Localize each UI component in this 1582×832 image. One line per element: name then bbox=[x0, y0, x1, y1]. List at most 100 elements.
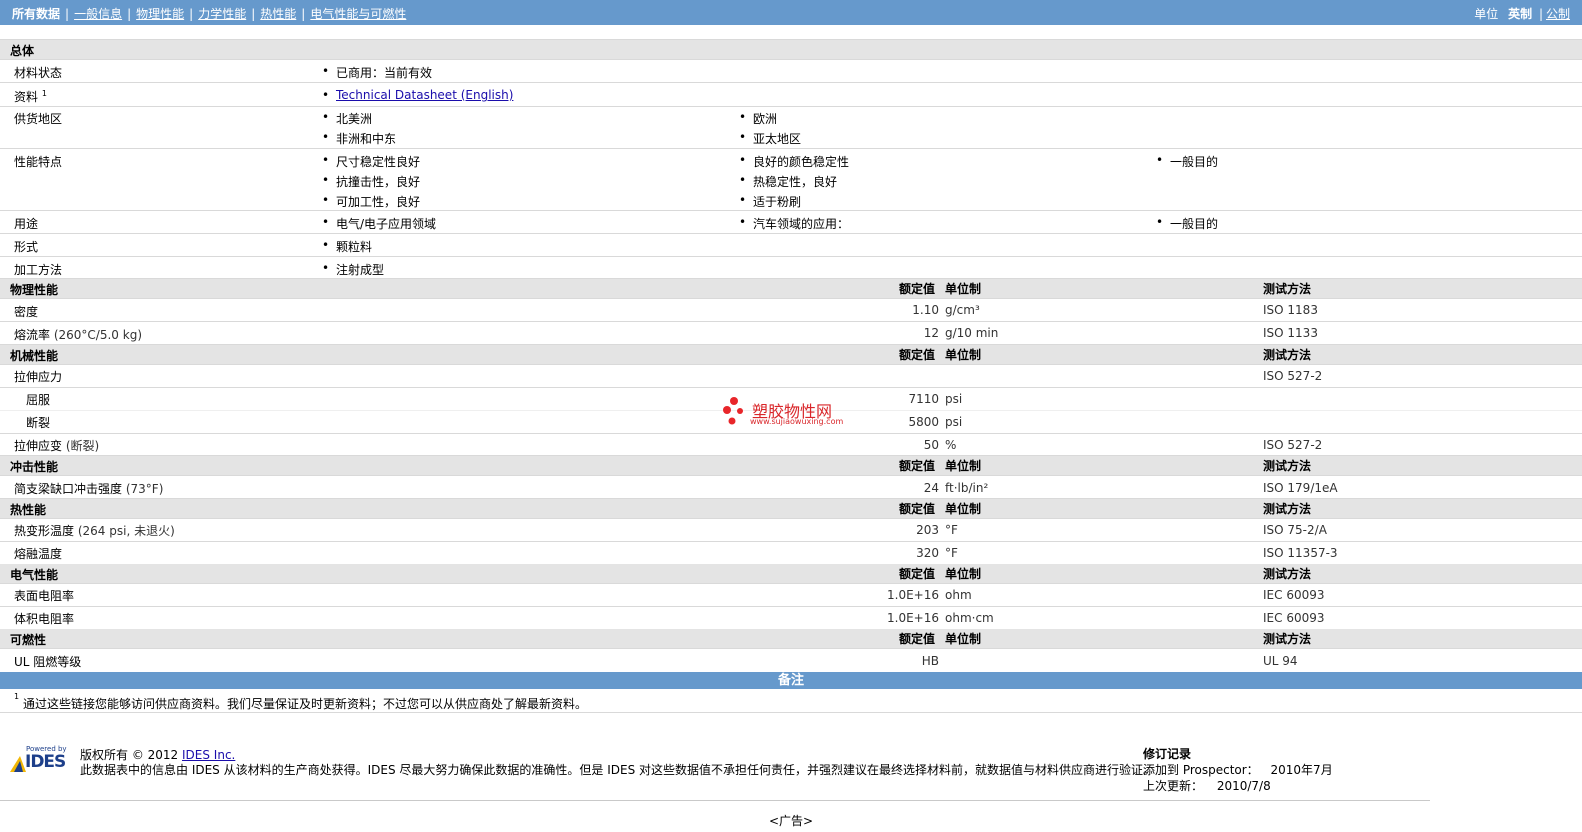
unit-value: ohm bbox=[945, 588, 972, 602]
header-unit: 单位制 bbox=[945, 459, 982, 473]
header-unit: 单位制 bbox=[945, 567, 982, 581]
row-value: 颗粒料 bbox=[322, 238, 372, 255]
row-form: 形式 颗粒料 bbox=[0, 234, 1582, 257]
test-method: IEC 60093 bbox=[1263, 611, 1325, 625]
test-method: ISO 75-2/A bbox=[1263, 523, 1327, 537]
note-row: 1 通过这些链接您能够访问供应商资料。我们尽量保证及时更新资料；不过您可以从供应… bbox=[0, 690, 1582, 713]
header-test: 测试方法 bbox=[1263, 632, 1312, 646]
unit-switcher: 单位 英制 | 公制 bbox=[1474, 7, 1570, 21]
nominal-value: 12 bbox=[923, 326, 939, 340]
ides-logo: Powered by IDES bbox=[8, 745, 72, 775]
feature-item: 热稳定性，良好 bbox=[739, 173, 837, 190]
nominal-value: 7110 bbox=[908, 392, 939, 406]
row-label: 屈服 bbox=[26, 393, 51, 407]
row-label: 供货地区 bbox=[14, 112, 63, 126]
section-title: 总体 bbox=[10, 44, 35, 58]
tab-thermal[interactable]: 热性能 bbox=[260, 7, 296, 21]
test-method: ISO 527-2 bbox=[1263, 438, 1323, 452]
section-tabs: 所有数据 | 一般信息 | 物理性能 | 力学性能 | 热性能 | 电气性能与可燃性 bbox=[12, 7, 407, 21]
region-item: 亚太地区 bbox=[739, 130, 801, 147]
unit-english-button[interactable]: 英制 bbox=[1508, 7, 1532, 21]
row-label: 性能特点 bbox=[14, 155, 63, 169]
use-item: 汽车领域的应用： bbox=[739, 215, 849, 232]
row-value: 注射成型 bbox=[322, 261, 384, 278]
tab-general-info[interactable]: 一般信息 bbox=[74, 7, 122, 21]
header-unit: 单位制 bbox=[945, 502, 982, 516]
notes-header: 备注 bbox=[0, 672, 1582, 689]
ides-link[interactable]: IDES Inc. bbox=[182, 748, 235, 762]
nominal-value: 1.0E+16 bbox=[887, 611, 939, 625]
nominal-value: HB bbox=[921, 654, 939, 668]
row-label: 热变形温度 (264 psi, 未退火) bbox=[14, 524, 175, 538]
row-hdt: 热变形温度 (264 psi, 未退火) 203 °F ISO 75-2/A bbox=[0, 519, 1582, 542]
header-test: 测试方法 bbox=[1263, 502, 1312, 516]
section-title: 冲击性能 bbox=[10, 460, 59, 474]
technical-datasheet-link[interactable]: Technical Datasheet (English) bbox=[336, 88, 513, 102]
nominal-value: 24 bbox=[923, 481, 939, 495]
nominal-value: 1.10 bbox=[912, 303, 939, 317]
feature-item: 可加工性，良好 bbox=[322, 193, 420, 210]
nominal-value: 320 bbox=[916, 546, 939, 560]
row-label: 拉伸应变 (断裂) bbox=[14, 439, 100, 453]
region-item: 非洲和中东 bbox=[322, 130, 396, 147]
row-label: 体积电阻率 bbox=[14, 612, 75, 626]
revision-title: 修订记录 bbox=[1143, 747, 1192, 761]
test-method: ISO 1133 bbox=[1263, 326, 1318, 340]
nominal-value: 203 bbox=[916, 523, 939, 537]
row-label: UL 阻燃等级 bbox=[14, 655, 82, 669]
section-title: 物理性能 bbox=[10, 283, 59, 297]
footnote-ref: 1 bbox=[41, 89, 47, 98]
row-label: 密度 bbox=[14, 305, 39, 319]
row-material-status: 材料状态 已商用：当前有效 bbox=[0, 60, 1582, 83]
feature-item: 适于粉刷 bbox=[739, 193, 801, 210]
row-ul-rating: UL 阻燃等级 HB UL 94 bbox=[0, 649, 1582, 671]
section-title: 可燃性 bbox=[10, 633, 47, 647]
watermark-dots-icon bbox=[723, 397, 743, 425]
row-processing: 加工方法 注射成型 bbox=[0, 257, 1582, 279]
row-tensile-stress: 拉伸应力 ISO 527-2 bbox=[0, 365, 1582, 388]
row-melt-temp: 熔融温度 320 °F ISO 11357-3 bbox=[0, 542, 1582, 565]
units-label: 单位 bbox=[1474, 7, 1499, 21]
feature-item: 尺寸稳定性良好 bbox=[322, 153, 420, 170]
unit-metric-link[interactable]: 公制 bbox=[1546, 7, 1570, 21]
test-method: IEC 60093 bbox=[1263, 588, 1325, 602]
row-value: 已商用：当前有效 bbox=[322, 64, 432, 81]
section-title: 热性能 bbox=[10, 503, 47, 517]
nominal-value: 50 bbox=[923, 438, 939, 452]
header-nominal: 额定值 bbox=[899, 459, 936, 473]
watermark: 塑胶物性网 www.sujiaowuxing.com bbox=[722, 396, 862, 430]
tab-electrical-flammability[interactable]: 电气性能与可燃性 bbox=[310, 7, 406, 21]
footnote-number: 1 bbox=[14, 692, 20, 701]
row-density: 密度 1.10 g/cm³ ISO 1183 bbox=[0, 299, 1582, 322]
watermark-url: www.sujiaowuxing.com bbox=[750, 417, 844, 426]
top-nav-bar: 所有数据 | 一般信息 | 物理性能 | 力学性能 | 热性能 | 电气性能与可燃性 单位 英制 |… bbox=[0, 0, 1582, 25]
header-nominal: 额定值 bbox=[899, 348, 936, 362]
row-label: 资料 1 bbox=[14, 89, 47, 104]
section-mechanical: 机械性能 额定值 单位制 测试方法 bbox=[0, 345, 1582, 365]
row-volume-resistivity: 体积电阻率 1.0E+16 ohm·cm IEC 60093 bbox=[0, 607, 1582, 630]
row-label: 断裂 bbox=[26, 416, 51, 430]
header-unit: 单位制 bbox=[945, 632, 982, 646]
section-title: 机械性能 bbox=[10, 349, 59, 363]
test-method: ISO 11357-3 bbox=[1263, 546, 1338, 560]
header-test: 测试方法 bbox=[1263, 348, 1312, 362]
tab-physical[interactable]: 物理性能 bbox=[136, 7, 184, 21]
test-method: UL 94 bbox=[1263, 654, 1298, 668]
unit-value: psi bbox=[945, 415, 963, 429]
datasheet-bullet: Technical Datasheet (English) bbox=[322, 88, 513, 102]
feature-item: 一般目的 bbox=[1156, 153, 1218, 170]
logo-text: IDES bbox=[25, 752, 66, 772]
feature-item: 良好的颜色稳定性 bbox=[739, 153, 849, 170]
region-item: 欧洲 bbox=[739, 110, 777, 127]
use-item: 一般目的 bbox=[1156, 215, 1218, 232]
note-text: 通过这些链接您能够访问供应商资料。我们尽量保证及时更新资料；不过您可以从供应商处… bbox=[23, 697, 588, 711]
disclaimer: 此数据表中的信息由 IDES 从该材料的生产商处获得。IDES 尽最大努力确保此… bbox=[80, 763, 1156, 777]
tab-mechanical[interactable]: 力学性能 bbox=[198, 7, 246, 21]
section-title: 电气性能 bbox=[10, 568, 59, 582]
row-label: 熔流率 (260°C/5.0 kg) bbox=[14, 328, 142, 342]
region-item: 北美洲 bbox=[322, 110, 372, 127]
tab-all-data[interactable]: 所有数据 bbox=[12, 7, 60, 21]
row-charpy: 简支梁缺口冲击强度 (73°F) 24 ft·lb/in² ISO 179/1e… bbox=[0, 476, 1582, 499]
footer-divider bbox=[0, 800, 1430, 801]
row-label: 材料状态 bbox=[14, 66, 63, 80]
